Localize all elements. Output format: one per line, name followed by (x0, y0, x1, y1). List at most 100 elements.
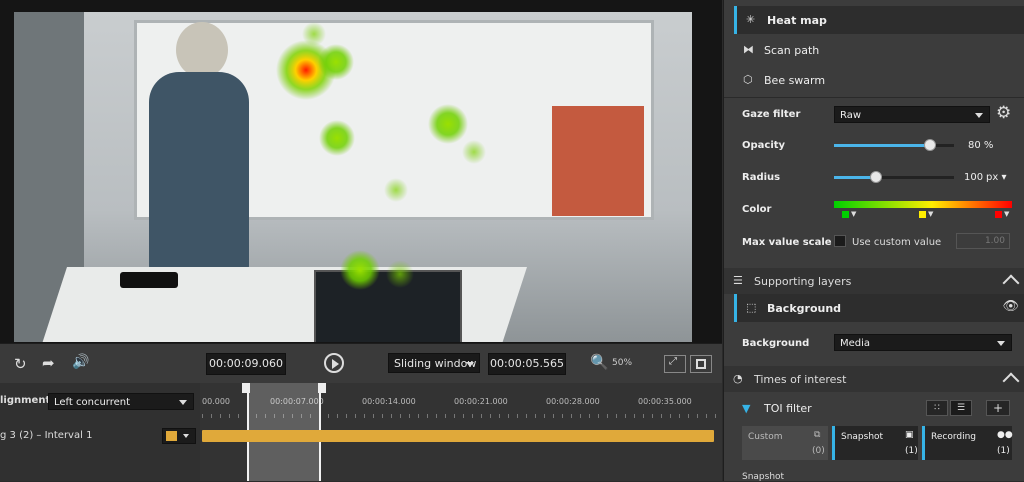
toi-card-recording[interactable]: Recording ●● (1) (922, 426, 1013, 460)
heat-spot (384, 178, 408, 202)
alignment-select[interactable]: Left concurrent (48, 393, 194, 410)
heat-spot (318, 44, 354, 80)
list-icon: ☰ (956, 403, 966, 413)
heat-spot (319, 120, 355, 156)
plus-icon: + (992, 401, 1004, 415)
toi-card-count: (0) (812, 446, 825, 456)
video-frame (14, 12, 692, 342)
fit-icon: ⤢ (669, 356, 677, 367)
color-stop-yellow[interactable] (919, 211, 926, 218)
radius-slider-knob[interactable] (870, 171, 882, 183)
window-start-handle[interactable] (242, 383, 250, 393)
heatmap-overlay (276, 22, 486, 290)
custom-value-checkbox[interactable] (834, 235, 846, 247)
radius-value: 100 (964, 172, 984, 183)
toi-card-count: (1) (905, 446, 918, 456)
interval-bar[interactable] (202, 430, 714, 442)
fit-button[interactable]: ⤢ (664, 355, 686, 373)
play-icon (332, 359, 339, 369)
heat-spot (386, 260, 414, 288)
chevron-up-icon (1002, 274, 1020, 292)
zoom-icon[interactable]: 🔍 (590, 353, 609, 371)
gaze-filter-select[interactable]: Raw (834, 106, 990, 123)
viz-label: Bee swarm (764, 74, 826, 87)
player-controls: ↻ ➦ 🔊 00:00:09.060 Sliding window 00:00:… (0, 343, 722, 384)
opacity-slider-knob[interactable] (924, 139, 936, 151)
viz-scanpath[interactable]: ⧓ Scan path (734, 36, 1024, 64)
toi-header[interactable]: ◔ Times of interest (724, 366, 1024, 392)
timeline: lignment Left concurrent g 3 (2) – Inter… (0, 383, 722, 481)
window-mode-label: Sliding window (394, 357, 477, 370)
grid-view-button[interactable]: ∷ (926, 400, 948, 416)
layer-background[interactable]: ⬚ Background 👁 (734, 294, 1024, 322)
layers-icon: ☰ (733, 274, 743, 287)
color-stop-red[interactable] (995, 211, 1002, 218)
viz-heatmap[interactable]: ✳ Heat map (734, 6, 1024, 34)
play-button[interactable] (324, 353, 344, 373)
track-color-select[interactable] (162, 428, 196, 444)
fullscreen-icon (696, 359, 706, 369)
forward-icon[interactable]: ➦ (42, 354, 55, 372)
window-end-handle[interactable] (318, 383, 326, 393)
chevron-down-icon (997, 341, 1005, 346)
heat-spot (462, 140, 486, 164)
divider (724, 97, 1024, 98)
supporting-layers-title: Supporting layers (754, 275, 852, 288)
zoom-level: 50% (612, 358, 633, 368)
chevron-up-icon (1002, 372, 1020, 390)
heat-spot (428, 104, 468, 144)
radius-unit: px (986, 172, 999, 183)
scanpath-icon: ⧓ (743, 43, 754, 56)
radius-slider-track[interactable] (834, 171, 954, 183)
list-view-button[interactable]: ☰ (950, 400, 972, 416)
volume-icon[interactable]: 🔊 (72, 354, 89, 370)
tick-label: 00:00:28.000 (546, 397, 600, 406)
toi-card-snapshot[interactable]: Snapshot ▣ (1) (832, 426, 918, 460)
alignment-label: lignment (0, 395, 51, 406)
gaze-filter-value: Raw (840, 110, 862, 121)
window-length[interactable]: 00:00:05.565 (488, 353, 566, 375)
toi-card-custom[interactable]: Custom ⧉ (0) (742, 426, 828, 460)
gaze-filter-label: Gaze filter (742, 109, 801, 120)
beeswarm-icon: ⬡ (743, 73, 753, 86)
toi-card-count: (1) (997, 446, 1010, 456)
heatmap-icon: ✳ (746, 13, 756, 26)
eye-icon[interactable]: 👁 (1002, 299, 1019, 314)
image-icon: ▣ (905, 430, 914, 440)
fullscreen-button[interactable] (690, 355, 712, 373)
color-gradient-bar (834, 201, 1012, 208)
chevron-down-icon: ▼ (851, 210, 857, 218)
color-stop-green[interactable] (842, 211, 849, 218)
chevron-down-icon: ▼ (928, 210, 934, 218)
gear-icon[interactable]: ⚙ (996, 103, 1011, 123)
copy-icon: ⧉ (814, 430, 821, 440)
filter-icon: ▼ (742, 402, 751, 415)
tick-label: 00:00:35.000 (638, 397, 692, 406)
video-viewport (0, 0, 722, 343)
supporting-layers-header[interactable]: ☰ Supporting layers (724, 268, 1024, 294)
layer-label: Background (767, 302, 842, 315)
tick-label: 00.000 (202, 397, 230, 406)
radius-unit-select[interactable]: px ▾ (986, 172, 1006, 183)
custom-value-input[interactable]: 1.00 (956, 233, 1010, 249)
image-layer-icon: ⬚ (746, 301, 757, 314)
track-color-swatch (166, 431, 177, 441)
color-label: Color (742, 204, 772, 215)
heat-spot (340, 250, 380, 290)
toi-card-label: Snapshot (841, 432, 884, 442)
alignment-value: Left concurrent (54, 397, 131, 408)
background-select[interactable]: Media (834, 334, 1012, 351)
window-mode-select[interactable]: Sliding window (388, 353, 480, 373)
opacity-value: 80 % (968, 140, 994, 151)
current-time[interactable]: 00:00:09.060 (206, 353, 286, 375)
loop-icon[interactable]: ↻ (14, 355, 27, 373)
opacity-slider-track[interactable] (834, 139, 954, 151)
tick-label: 00:00:21.000 (454, 397, 508, 406)
add-toi-button[interactable]: + (986, 400, 1010, 416)
viz-beeswarm[interactable]: ⬡ Bee swarm (734, 66, 1024, 94)
toi-card-label: Recording (931, 432, 977, 442)
tick-label: 00:00:14.000 (362, 397, 416, 406)
custom-value-label: Use custom value (852, 237, 942, 248)
glasses-icon: ●● (997, 430, 1013, 440)
chevron-down-icon: ▼ (1004, 210, 1010, 218)
